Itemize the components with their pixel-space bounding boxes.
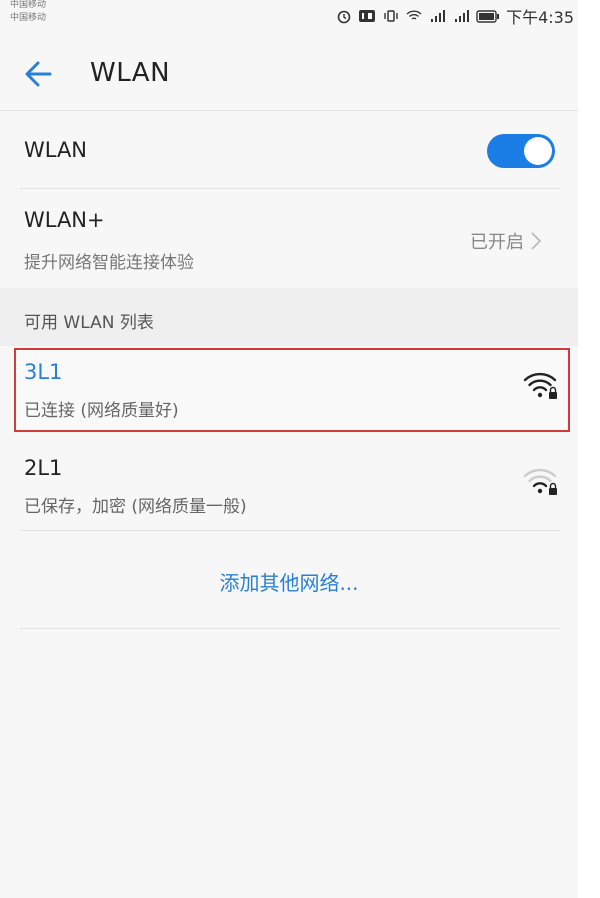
- wlan-settings-screen: 中国移动 中国移动 下午4:35 WLAN WLAN WLAN+ 提升网络智能连…: [0, 0, 578, 898]
- wlan-label: WLAN: [24, 138, 88, 162]
- vibrate-icon: [382, 9, 400, 23]
- row-divider: [20, 628, 560, 629]
- wlan-switch[interactable]: [487, 134, 555, 168]
- alarm-icon: [336, 8, 352, 24]
- wlan-plus-value[interactable]: 已开启: [470, 228, 542, 254]
- carrier-2: 中国移动: [10, 13, 47, 23]
- page-title: WLAN: [90, 58, 171, 88]
- network-status: 已连接 (网络质量好): [24, 401, 179, 421]
- wifi-status-icon: [406, 9, 422, 23]
- status-icons: 下午4:35: [336, 4, 574, 28]
- wlan-plus-status: 已开启: [470, 232, 524, 253]
- wlan-plus-title: WLAN+: [24, 208, 105, 232]
- status-bar: 中国移动 中国移动 下午4:35: [0, 0, 578, 34]
- wlan-plus-subtitle: 提升网络智能连接体验: [24, 253, 194, 273]
- available-wlan-title: 可用 WLAN 列表: [24, 313, 154, 333]
- clock-time: 下午4:35: [506, 8, 574, 27]
- row-divider: [20, 530, 560, 531]
- signal-2-icon: [452, 9, 470, 23]
- app-bar: WLAN: [0, 40, 578, 108]
- hd-icon: [358, 9, 376, 23]
- add-other-network-link[interactable]: 添加其他网络...: [0, 567, 578, 596]
- network-row-3L1[interactable]: 3L1 已连接 (网络质量好): [0, 346, 578, 436]
- carrier-1: 中国移动: [10, 0, 47, 10]
- battery-icon: [476, 9, 500, 23]
- chevron-right-icon: [531, 232, 542, 250]
- network-row-2L1[interactable]: 2L1 已保存，加密 (网络质量一般): [0, 442, 578, 532]
- back-button[interactable]: [20, 54, 60, 94]
- strong-locked-wifi-icon: [523, 372, 557, 399]
- switch-knob: [524, 137, 552, 165]
- network-status: 已保存，加密 (网络质量一般): [24, 497, 247, 517]
- appbar-divider: [0, 110, 578, 111]
- back-arrow-icon: [25, 61, 52, 87]
- row-divider: [20, 188, 560, 189]
- medium-locked-wifi-icon: [523, 468, 557, 495]
- network-ssid: 3L1: [24, 360, 63, 384]
- signal-1-icon: [428, 9, 446, 23]
- network-ssid: 2L1: [24, 456, 63, 480]
- carrier-info: 中国移动 中国移动: [10, 0, 46, 25]
